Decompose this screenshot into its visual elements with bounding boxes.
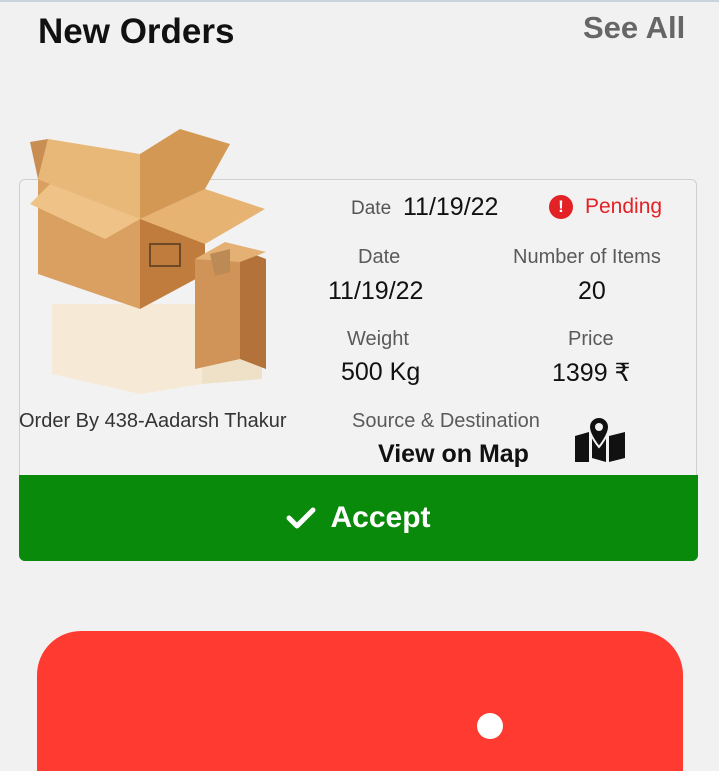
view-on-map-link[interactable]: View on Map [378,440,529,469]
date-top-label: Date [351,198,392,219]
date-label: Date [358,246,401,268]
weight-label: Weight [347,328,409,350]
see-all-link[interactable]: See All [583,10,685,46]
page-title: New Orders [38,12,235,51]
package-image [30,129,266,394]
bottom-action-panel[interactable] [37,631,683,771]
items-label: Number of Items [513,246,661,268]
exclamation-circle-icon: ! [549,195,573,219]
map-pin-icon[interactable] [573,414,627,464]
status-text: Pending [585,195,663,218]
panel-dot-icon [477,713,503,739]
accept-label: Accept [330,501,431,534]
date-top-value: 11/19/22 [403,193,499,221]
order-by-text: Order By 438-Aadarsh Thakur [19,410,287,432]
top-divider [0,0,719,2]
weight-value: 500 Kg [341,358,421,386]
accept-button[interactable]: Accept [19,475,698,561]
price-label: Price [568,328,614,350]
source-destination-label: Source & Destination [352,410,540,432]
status-badge: ! Pending [549,195,662,219]
check-icon [286,507,316,529]
date-value: 11/19/22 [328,277,424,305]
price-value: 1399 ₹ [552,359,631,387]
items-value: 20 [578,277,606,305]
